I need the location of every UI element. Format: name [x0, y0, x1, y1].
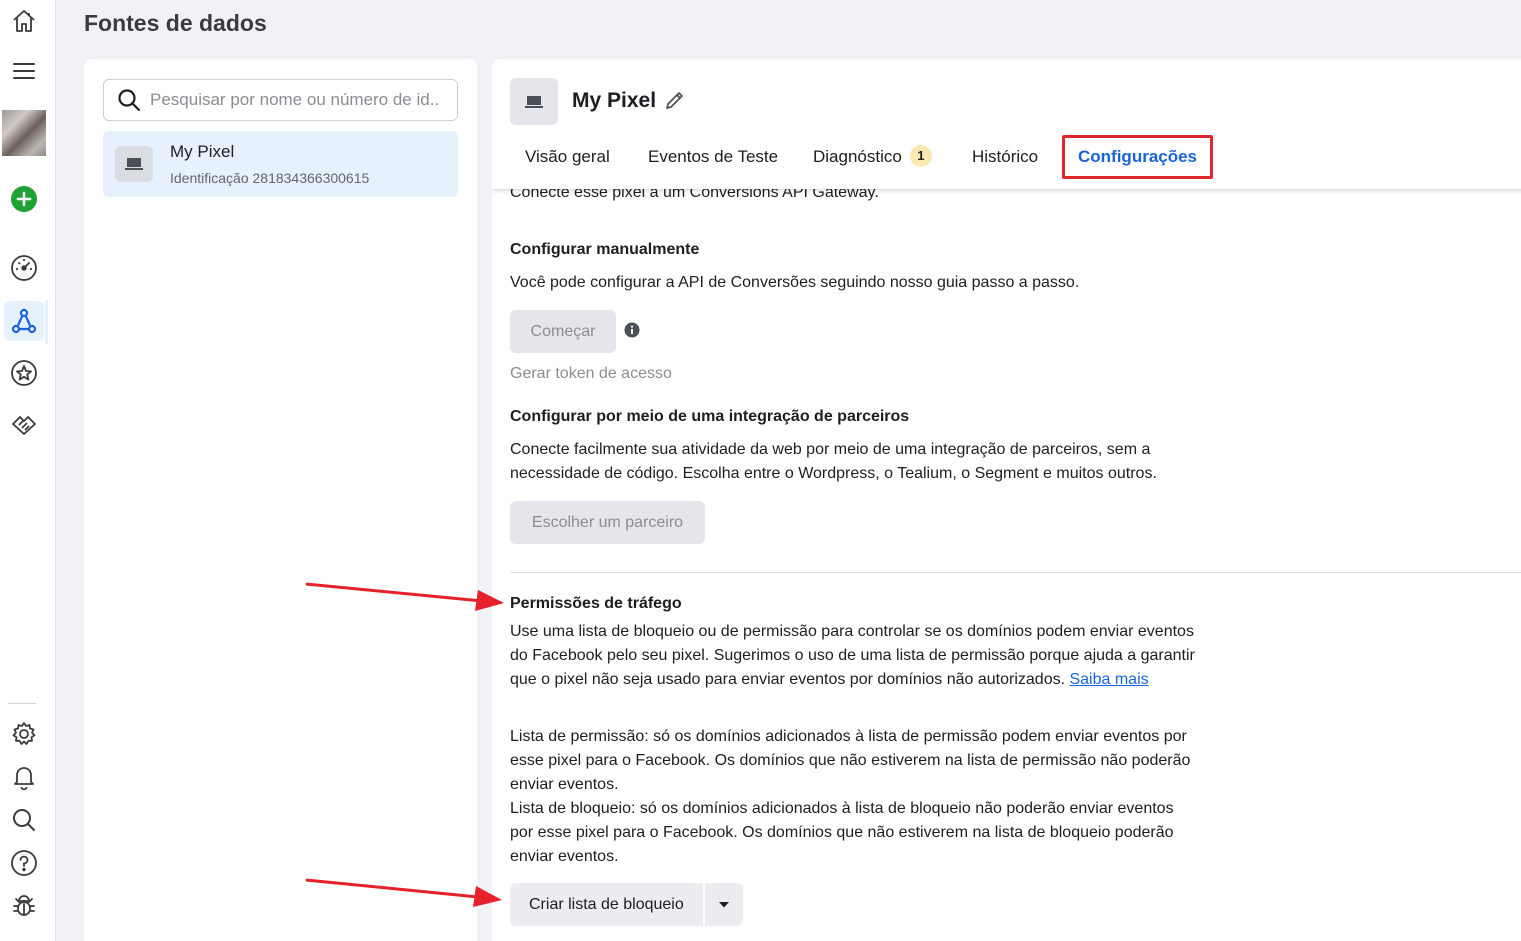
get-started-button[interactable]: Começar	[510, 310, 616, 353]
data-sources-icon[interactable]	[4, 301, 44, 341]
search-icon[interactable]	[4, 800, 44, 840]
pixel-title: My Pixel	[572, 89, 657, 112]
create-blocklist-button[interactable]: Criar lista de bloqueio	[510, 883, 703, 926]
add-icon[interactable]	[4, 179, 44, 219]
blocklist-line-1: Lista de bloqueio: só os domínios adicio…	[510, 800, 1174, 817]
partner-desc-line-2: necessidade de código. Escolha entre o W…	[510, 465, 1157, 482]
traffic-desc-line-1: Use uma lista de bloqueio ou de permissã…	[510, 623, 1194, 640]
learn-more-link[interactable]: Saiba mais	[1069, 671, 1148, 688]
avatar[interactable]	[2, 110, 46, 156]
partner-desc-line-1: Conecte facilmente sua atividade da web …	[510, 441, 1151, 458]
menu-icon[interactable]	[4, 51, 44, 91]
pixel-detail-panel: My Pixel Visão geral Eventos de Teste Di…	[492, 59, 1521, 941]
tab-settings[interactable]: Configurações	[1062, 135, 1214, 179]
page-title: Fontes de dados	[84, 10, 267, 36]
search-icon	[118, 89, 141, 112]
search-box[interactable]	[103, 79, 458, 121]
allowlist-line-2: esse pixel para o Facebook. Os domínios …	[510, 752, 1191, 769]
blocklist-line-3: enviar eventos.	[510, 848, 619, 865]
settings-content: Conecte esse pixel a um Conversions API …	[510, 59, 1521, 941]
search-input[interactable]	[150, 90, 440, 110]
traffic-desc-line-3: que o pixel não seja usado para enviar e…	[510, 668, 1149, 692]
help-icon[interactable]	[4, 843, 44, 883]
left-rail	[0, 0, 56, 941]
pixel-header: My Pixel Visão geral Eventos de Teste Di…	[492, 59, 1521, 189]
blocklist-line-2: por esse pixel para o Facebook. Os domín…	[510, 824, 1174, 841]
generate-token-link[interactable]: Gerar token de acesso	[510, 362, 672, 386]
traffic-permissions-heading: Permissões de tráfego	[510, 595, 682, 612]
choose-partner-button[interactable]: Escolher um parceiro	[510, 501, 705, 544]
allowlist-line-3: enviar eventos.	[510, 776, 619, 793]
rail-divider	[8, 703, 36, 704]
allowlist-line-1: Lista de permissão: só os domínios adici…	[510, 728, 1187, 745]
section-divider	[510, 572, 1521, 573]
tab-diagnostics[interactable]: Diagnóstico 1	[813, 135, 932, 179]
info-icon[interactable]	[624, 322, 640, 338]
traffic-desc-line-3-text: que o pixel não seja usado para enviar e…	[510, 671, 1066, 688]
bell-icon[interactable]	[4, 757, 44, 797]
laptop-icon	[510, 78, 558, 125]
manual-setup-heading: Configurar manualmente	[510, 241, 700, 258]
create-blocklist-split-button: Criar lista de bloqueio	[510, 883, 743, 926]
tab-test-events[interactable]: Eventos de Teste	[648, 135, 778, 179]
tab-history[interactable]: Histórico	[972, 135, 1038, 179]
pixel-list-panel: My Pixel Identificação 281834366300615	[84, 59, 477, 941]
bug-icon[interactable]	[4, 886, 44, 926]
pixel-list-item[interactable]: My Pixel Identificação 281834366300615	[103, 131, 458, 197]
dashboard-icon[interactable]	[4, 248, 44, 288]
handshake-icon[interactable]	[4, 405, 44, 445]
diagnostics-count-badge: 1	[909, 144, 932, 167]
pixel-name: My Pixel	[170, 142, 235, 161]
manual-setup-description: Você pode configurar a API de Conversões…	[510, 274, 1080, 291]
home-icon[interactable]	[4, 1, 44, 41]
tab-overview[interactable]: Visão geral	[525, 135, 610, 179]
star-icon[interactable]	[4, 353, 44, 393]
active-indicator	[45, 300, 48, 344]
tab-diagnostics-label: Diagnóstico	[813, 147, 902, 166]
laptop-icon	[115, 146, 153, 182]
caret-down-icon	[718, 901, 729, 907]
edit-pencil-icon[interactable]	[664, 89, 686, 111]
create-list-dropdown-button[interactable]	[704, 883, 743, 926]
pixel-id: Identificação 281834366300615	[170, 170, 370, 186]
traffic-desc-line-2: do Facebook pelo seu pixel. Sugerimos o …	[510, 647, 1195, 664]
partner-setup-heading: Configurar por meio de uma integração de…	[510, 408, 910, 425]
gear-icon[interactable]	[4, 714, 44, 754]
